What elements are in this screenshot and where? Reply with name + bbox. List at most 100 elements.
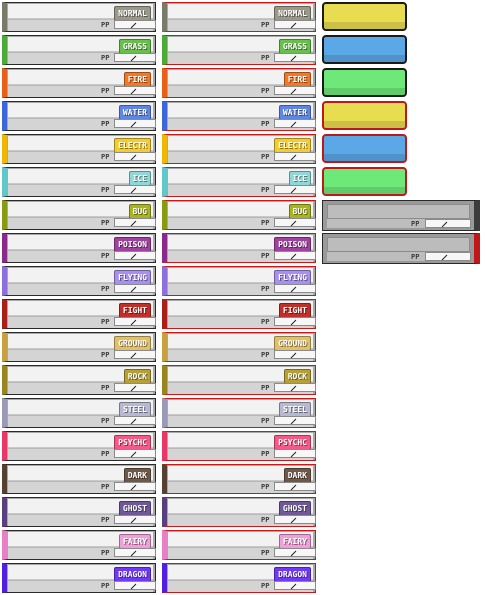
pp-value-box xyxy=(114,581,156,590)
pp-label: PP xyxy=(101,252,110,260)
pp-label: PP xyxy=(261,186,270,194)
pp-label: PP xyxy=(261,384,270,392)
pp-value-box xyxy=(274,581,316,590)
pencil-icon xyxy=(290,385,297,392)
move-tile-dragon-selected[interactable]: DRAGON PP xyxy=(162,563,316,593)
move-tile-dragon[interactable]: DRAGON PP xyxy=(2,563,156,593)
move-tile-psychc[interactable]: PSYCHC PP xyxy=(2,431,156,461)
pp-label: PP xyxy=(101,186,110,194)
pp-label: PP xyxy=(261,21,270,29)
move-tile-water-selected[interactable]: WATER PP xyxy=(162,101,316,131)
pp-label: PP xyxy=(261,351,270,359)
pp-value-box xyxy=(274,482,316,491)
move-tile-poison-selected[interactable]: POISON PP xyxy=(162,233,316,263)
move-tile-ice-selected[interactable]: ICE PP xyxy=(162,167,316,197)
pp-value-box xyxy=(114,185,156,194)
move-tile-rock[interactable]: ROCK PP xyxy=(2,365,156,395)
pp-value-box xyxy=(114,53,156,62)
pp-value-box xyxy=(274,20,316,29)
move-tile-bug-selected[interactable]: BUG PP xyxy=(162,200,316,230)
pencil-icon xyxy=(130,154,137,161)
move-tile-poison[interactable]: POISON PP xyxy=(2,233,156,263)
move-tile-ice[interactable]: ICE PP xyxy=(2,167,156,197)
move-tile-electr-selected[interactable]: ELECTR PP xyxy=(162,134,316,164)
empty-move-slot[interactable]: PP xyxy=(322,200,480,231)
pencil-icon xyxy=(290,121,297,128)
pp-value-box xyxy=(274,86,316,95)
pp-label: PP xyxy=(101,516,110,524)
pencil-icon xyxy=(130,385,137,392)
empty-move-slot[interactable]: PP xyxy=(322,233,480,264)
move-tile-dark[interactable]: DARK PP xyxy=(2,464,156,494)
move-tile-water[interactable]: WATER PP xyxy=(2,101,156,131)
pp-value-box xyxy=(114,482,156,491)
pp-label: PP xyxy=(261,285,270,293)
move-tile-flying-selected[interactable]: FLYING PP xyxy=(162,266,316,296)
move-tile-electr[interactable]: ELECTR PP xyxy=(2,134,156,164)
type-badge: WATER xyxy=(278,105,311,120)
pencil-icon xyxy=(441,254,448,261)
pencil-icon xyxy=(130,253,137,260)
pp-label: PP xyxy=(101,21,110,29)
move-tile-fairy-selected[interactable]: FAIRY PP xyxy=(162,530,316,560)
type-badge: FAIRY xyxy=(118,534,151,549)
move-tile-flying[interactable]: FLYING PP xyxy=(2,266,156,296)
move-tile-ground[interactable]: GROUND PP xyxy=(2,332,156,362)
type-badge: BUG xyxy=(128,204,151,219)
move-tile-ground-selected[interactable]: GROUND PP xyxy=(162,332,316,362)
move-tile-fire-selected[interactable]: FIRE PP xyxy=(162,68,316,98)
pp-label: PP xyxy=(261,153,270,161)
move-tile-dark-selected[interactable]: DARK PP xyxy=(162,464,316,494)
move-tile-fairy[interactable]: FAIRY PP xyxy=(2,530,156,560)
type-badge: PSYCHC xyxy=(114,435,151,450)
pp-label: PP xyxy=(101,384,110,392)
pp-label: PP xyxy=(101,87,110,95)
type-badge: FIRE xyxy=(123,72,151,87)
pp-label: PP xyxy=(411,220,420,228)
pp-value-box xyxy=(114,119,156,128)
type-badge: ROCK xyxy=(283,369,311,384)
pp-value-box xyxy=(114,284,156,293)
move-tile-steel-selected[interactable]: STEEL PP xyxy=(162,398,316,428)
pp-value-box xyxy=(274,152,316,161)
type-badge: ELECTR xyxy=(114,138,151,153)
move-tile-steel[interactable]: STEEL PP xyxy=(2,398,156,428)
color-swatch xyxy=(322,167,407,196)
type-badge: FAIRY xyxy=(278,534,311,549)
pp-label: PP xyxy=(101,219,110,227)
pp-value-box xyxy=(274,350,316,359)
move-tile-fight[interactable]: FIGHT PP xyxy=(2,299,156,329)
pp-value-box xyxy=(274,515,316,524)
move-tile-normal-selected[interactable]: NORMAL PP xyxy=(162,2,316,32)
move-tile-fight-selected[interactable]: FIGHT PP xyxy=(162,299,316,329)
pp-label: PP xyxy=(101,351,110,359)
type-badge: DRAGON xyxy=(274,567,311,582)
pp-label: PP xyxy=(101,120,110,128)
type-badge: FIRE xyxy=(283,72,311,87)
color-swatch xyxy=(322,35,407,64)
pencil-icon xyxy=(130,286,137,293)
move-tile-fire[interactable]: FIRE PP xyxy=(2,68,156,98)
move-tile-rock-selected[interactable]: ROCK PP xyxy=(162,365,316,395)
move-tile-psychc-selected[interactable]: PSYCHC PP xyxy=(162,431,316,461)
pp-value-box xyxy=(274,284,316,293)
move-tile-bug[interactable]: BUG PP xyxy=(2,200,156,230)
move-tile-grass[interactable]: GRASS PP xyxy=(2,35,156,65)
pp-label: PP xyxy=(261,252,270,260)
pp-value-box xyxy=(114,383,156,392)
move-tile-sprite-sheet: NORMAL PP NORMAL PP GRASS PP GRASS PP FIRE PP FIRE… xyxy=(0,0,486,595)
move-tile-ghost[interactable]: GHOST PP xyxy=(2,497,156,527)
move-tile-ghost-selected[interactable]: GHOST PP xyxy=(162,497,316,527)
pencil-icon xyxy=(130,517,137,524)
pp-label: PP xyxy=(101,285,110,293)
move-tile-normal[interactable]: NORMAL PP xyxy=(2,2,156,32)
pp-value-box xyxy=(274,53,316,62)
type-badge: ICE xyxy=(288,171,311,186)
type-badge: FIGHT xyxy=(278,303,311,318)
pencil-icon xyxy=(290,451,297,458)
type-badge: ROCK xyxy=(123,369,151,384)
pp-value-box xyxy=(274,416,316,425)
type-badge: ICE xyxy=(128,171,151,186)
move-tile-grass-selected[interactable]: GRASS PP xyxy=(162,35,316,65)
pencil-icon xyxy=(290,22,297,29)
